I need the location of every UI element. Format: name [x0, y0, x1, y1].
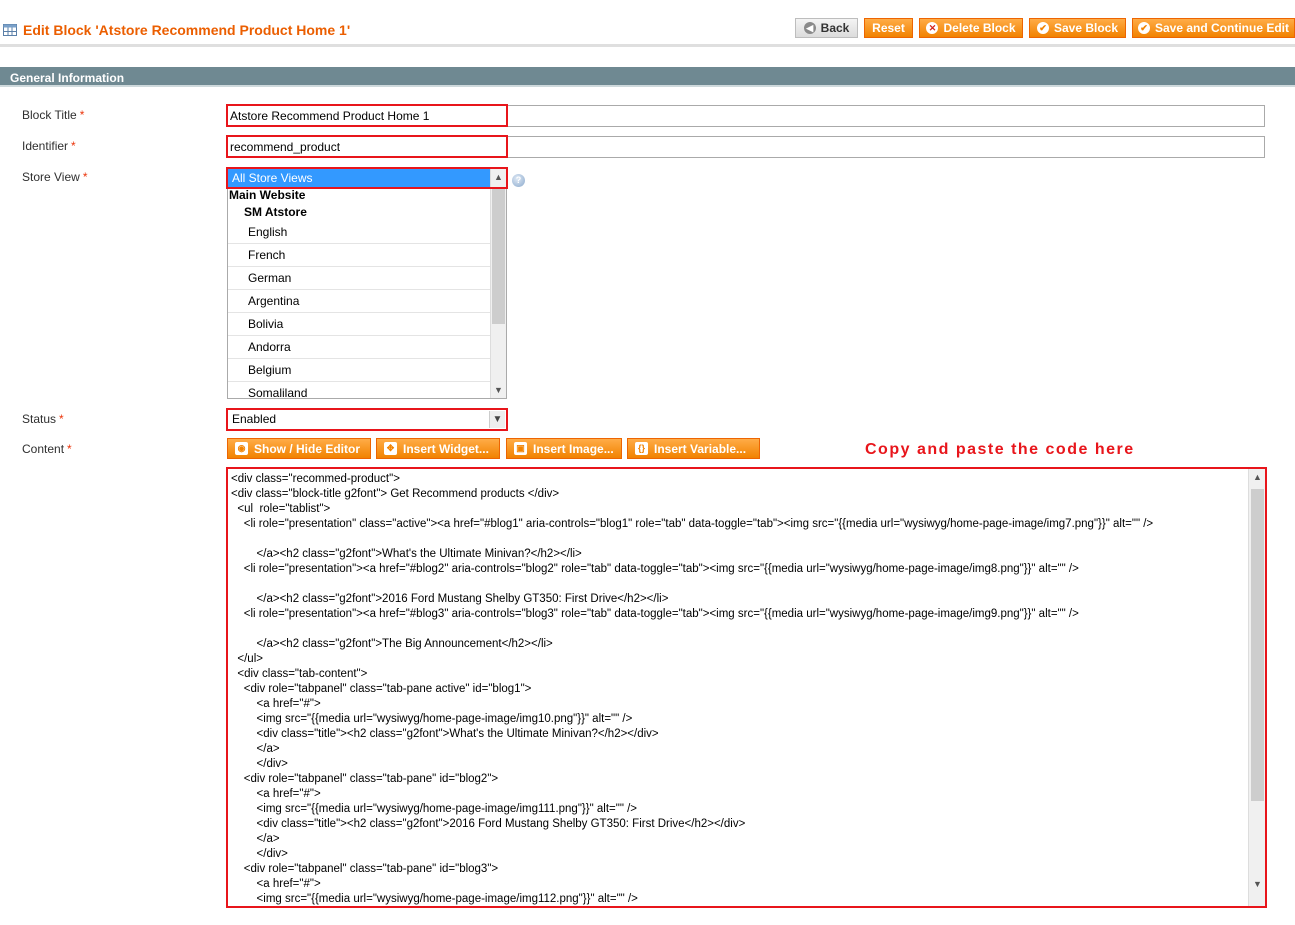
delete-block-button[interactable]: ✕ Delete Block: [919, 18, 1023, 38]
code-line: <div role="tabpanel" class="tab-pane" id…: [231, 773, 499, 785]
code-line: <div class="title"><h2 class="g2font">20…: [231, 818, 746, 830]
store-option[interactable]: German: [228, 267, 491, 290]
store-option[interactable]: Bolivia: [228, 313, 491, 336]
code-line: <li role="presentation" class="active"><…: [231, 518, 1154, 530]
section-header-bar: [0, 67, 1295, 87]
save-continue-button[interactable]: ✔ Save and Continue Edit: [1132, 18, 1295, 38]
section-title: General Information: [10, 71, 125, 85]
content-scrollbar[interactable]: ▲ ▼: [1248, 469, 1265, 906]
code-line: <img src="{{media url="wysiwyg/home-page…: [231, 803, 638, 815]
image-icon: ▣: [514, 442, 527, 455]
code-line: <ul role="tablist">: [231, 503, 331, 515]
code-line: </div>: [231, 758, 288, 770]
code-line: </ul>: [231, 653, 263, 665]
code-line: </a>: [231, 743, 280, 755]
block-grid-icon: [3, 24, 17, 36]
code-line: <li role="presentation"><a href="#blog3"…: [231, 608, 1079, 620]
chevron-down-icon: ▼: [489, 411, 505, 428]
delete-x-icon: ✕: [926, 22, 939, 34]
identifier-input[interactable]: [227, 136, 1265, 158]
eye-icon: ◉: [235, 442, 248, 455]
variable-icon: {}: [635, 442, 648, 455]
save-continue-check-icon: ✔: [1137, 22, 1150, 34]
store-option[interactable]: French: [228, 244, 491, 267]
scroll-up-arrow-icon[interactable]: ▲: [491, 169, 506, 185]
scroll-up-arrow-icon[interactable]: ▲: [1250, 469, 1265, 485]
code-line: <img src="{{media url="wysiwyg/home-page…: [231, 893, 638, 905]
annotation-text: Copy and paste the code here: [865, 441, 1135, 458]
content-textarea[interactable]: <div class="recommed-product"> <div class…: [227, 468, 1266, 907]
identifier-label: Identifier *: [22, 139, 76, 153]
block-title-input[interactable]: [227, 105, 1265, 127]
help-icon[interactable]: ?: [512, 174, 525, 187]
show-hide-editor-button[interactable]: ◉ Show / Hide Editor: [227, 438, 371, 459]
scroll-down-arrow-icon[interactable]: ▼: [491, 382, 506, 398]
store-option[interactable]: Andorra: [228, 336, 491, 359]
insert-widget-button[interactable]: ✥ Insert Widget...: [376, 438, 500, 459]
code-line: <a href="#">: [231, 788, 321, 800]
code-line: <div class="tab-content">: [231, 668, 368, 680]
back-arrow-icon: ◀: [803, 22, 816, 34]
store-view-multiselect[interactable]: All Store Views Main Website SM Atstore …: [227, 168, 507, 399]
status-label: Status *: [22, 412, 64, 426]
store-group-store: SM Atstore: [244, 205, 307, 219]
status-select[interactable]: Enabled ▼: [227, 409, 507, 430]
store-view-scrollbar[interactable]: ▲ ▼: [490, 169, 506, 398]
code-line: <a href="#">: [231, 698, 321, 710]
store-option[interactable]: Argentina: [228, 290, 491, 313]
code-line: </a>: [231, 833, 280, 845]
code-line: </a><h2 class="g2font">What's the Ultima…: [231, 548, 582, 560]
code-line: <div class="title"><h2 class="g2font">Wh…: [231, 728, 659, 740]
code-line: </a><h2 class="g2font">The Big Announcem…: [231, 638, 553, 650]
code-line: <img src="{{media url="wysiwyg/home-page…: [231, 713, 633, 725]
code-line: <div role="tabpanel" class="tab-pane" id…: [231, 863, 499, 875]
code-line: <div class="recommed-product">: [231, 473, 400, 485]
save-check-icon: ✔: [1036, 22, 1049, 34]
page-title: Edit Block 'Atstore Recommend Product Ho…: [23, 22, 351, 38]
store-option[interactable]: Belgium: [228, 359, 491, 382]
scroll-down-arrow-icon[interactable]: ▼: [1250, 876, 1265, 892]
code-line: </div>: [231, 848, 288, 860]
insert-variable-button[interactable]: {} Insert Variable...: [627, 438, 760, 459]
content-scroll-thumb[interactable]: [1251, 489, 1264, 801]
status-value: Enabled: [232, 412, 277, 426]
content-label: Content *: [22, 442, 72, 456]
code-line: <a href="#">: [231, 878, 321, 890]
store-view-label: Store View *: [22, 170, 88, 184]
store-option-all[interactable]: All Store Views: [228, 169, 491, 187]
header-divider: [0, 44, 1295, 47]
block-title-label: Block Title *: [22, 108, 85, 122]
store-option[interactable]: Somaliland: [228, 382, 491, 398]
store-group-website: Main Website: [229, 188, 306, 202]
code-line: <div class="block-title g2font"> Get Rec…: [231, 488, 560, 500]
reset-button[interactable]: Reset: [864, 18, 913, 38]
widget-icon: ✥: [384, 442, 397, 455]
code-line: <div role="tabpanel" class="tab-pane act…: [231, 683, 532, 695]
code-line: </a><h2 class="g2font">2016 Ford Mustang…: [231, 593, 669, 605]
store-option[interactable]: English: [228, 221, 491, 244]
code-line: <li role="presentation"><a href="#blog2"…: [231, 563, 1079, 575]
code-lines: <div class="recommed-product"> <div class…: [231, 472, 1246, 906]
insert-image-button[interactable]: ▣ Insert Image...: [506, 438, 622, 459]
store-view-scroll-thumb[interactable]: [492, 189, 505, 324]
save-block-button[interactable]: ✔ Save Block: [1029, 18, 1126, 38]
back-button[interactable]: ◀ Back: [795, 18, 858, 38]
